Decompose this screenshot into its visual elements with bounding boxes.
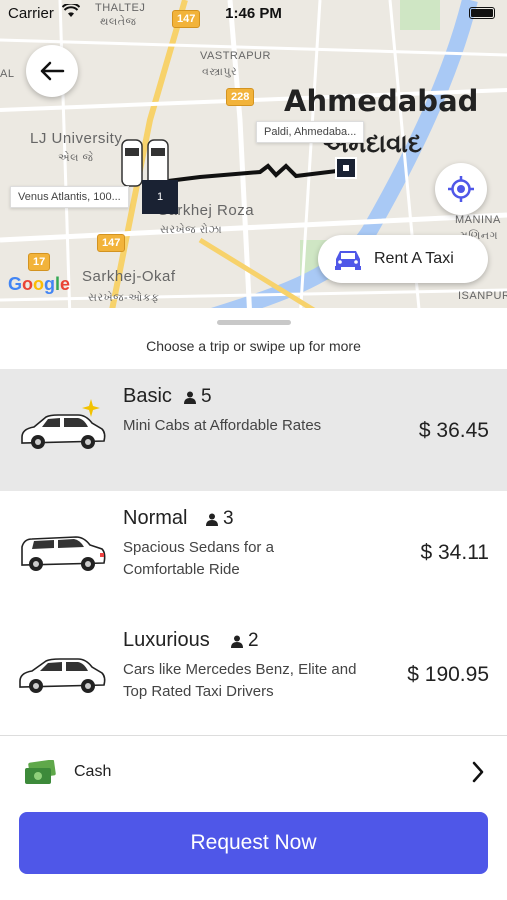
map-label-lj-university: LJ University [30,130,123,147]
trip-price: $ 190.95 [407,663,489,686]
road-shield: 228 [226,88,255,106]
sparkle-icon [82,399,100,417]
divider [0,735,507,736]
origin-count-badge: 1 [142,180,178,214]
road-shield: 17 [28,253,51,271]
google-logo: Google [8,274,71,294]
map-label-manina: MANINA [455,214,501,226]
map-label-vastrapur: VASTRAPUR [200,50,271,62]
destination-marker-icon [335,157,357,179]
request-now-button[interactable]: Request Now [19,812,488,874]
app-screen: Carrier 1:46 PM THALTEJ થલતેજ VASTRAPUR … [0,0,507,900]
back-button[interactable] [26,45,78,97]
crosshair-icon [448,176,474,202]
sheet-hint: Choose a trip or swipe up for more [146,338,361,354]
my-location-button[interactable] [435,163,487,215]
trip-name: Normal [123,507,188,529]
person-icon [206,513,218,526]
trip-sheet: Choose a trip or swipe up for more Basic… [0,308,507,900]
trip-option-basic[interactable]: Basic 5 Mini Cabs at Affordable Rates $ … [0,369,507,491]
seat-count-value: 2 [248,630,259,651]
seat-count-value: 3 [223,508,234,529]
person-icon [231,635,243,648]
battery-icon [469,7,495,19]
trip-description: Spacious Sedans for a Comfortable Ride [123,539,274,578]
luxury-car-icon [19,658,106,693]
map-label-sarkhej-okaf-guj: સરખેજ-ઓકફ [88,292,160,304]
chevron-right-icon [472,761,484,783]
origin-label: Venus Atlantis, 100... [10,186,129,208]
arrow-left-icon [40,61,65,81]
map-label-sarkhej-okaf: Sarkhej-Okaf [82,268,176,285]
seat-count: 5 [184,386,212,408]
trip-option-normal[interactable]: Normal 3 Spacious Sedans for a Comfortab… [0,491,507,613]
trip-option-luxurious[interactable]: Luxurious 2 Cars like Mercedes Benz, Eli… [0,613,507,735]
trip-name: Luxurious [123,629,210,651]
map-label-isanpur: ISANPUR [458,290,507,302]
map-label-sarkhej-roza-guj: સરખેજ રોઝા [160,224,223,236]
status-time: 1:46 PM [225,5,282,22]
car-icon [335,251,361,270]
rent-taxi-label: Rent A Taxi [374,250,454,267]
trip-description: Cars like Mercedes Benz, Elite and Top R… [123,661,357,700]
suv-car-icon [21,536,106,571]
rent-taxi-button[interactable]: Rent A Taxi [318,235,488,283]
map-label-vastrapur-guj: વસ્ત્રાપુર [202,66,238,78]
drag-handle[interactable] [217,320,291,325]
map-city-name: Ahmedabad [284,84,479,118]
map-label-al: AL [0,68,15,80]
road-shield: 147 [97,234,126,252]
payment-method-row[interactable]: Cash [0,748,507,798]
trip-description: Mini Cabs at Affordable Rates [123,417,322,434]
seat-count-value: 5 [201,386,212,407]
trip-price: $ 36.45 [418,419,489,442]
payment-method-label: Cash [74,763,112,780]
trip-name: Basic [123,385,172,407]
cash-icon [25,760,56,784]
person-icon [184,391,196,404]
seat-count: 2 [231,630,259,652]
trip-price: $ 34.11 [420,541,489,564]
map-label-lj-guj: એલ જે [58,152,94,164]
seat-count: 3 [206,508,234,530]
map-view[interactable]: Carrier 1:46 PM THALTEJ થલતેજ VASTRAPUR … [0,0,507,320]
status-bar: Carrier 1:46 PM [0,0,507,28]
destination-label: Paldi, Ahmedaba... [256,121,365,143]
